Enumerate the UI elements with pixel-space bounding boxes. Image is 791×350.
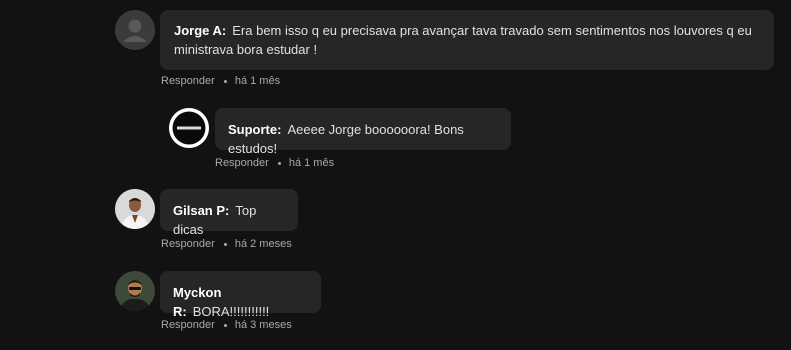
- comment-author[interactable]: Gilsan P:: [173, 203, 229, 218]
- comment-jorge: Jorge A: Era bem isso q eu precisava pra …: [0, 0, 791, 95]
- user-photo-avatar: [115, 271, 155, 311]
- comment-author[interactable]: Jorge A:: [174, 23, 226, 38]
- reply-meta: Responder há 1 mês: [215, 157, 334, 169]
- reply-button[interactable]: Responder: [161, 238, 215, 250]
- reply-author[interactable]: Suporte:: [228, 122, 281, 137]
- default-avatar-icon: [115, 10, 155, 50]
- reply-button[interactable]: Responder: [161, 75, 215, 87]
- separator-dot: [223, 242, 227, 246]
- timestamp: há 1 mês: [288, 157, 335, 169]
- brand-logo-icon: [169, 108, 209, 148]
- separator-dot: [223, 79, 227, 83]
- comment-meta: Responder há 2 meses: [161, 238, 292, 250]
- comment-meta: Responder há 1 mês: [161, 75, 280, 87]
- comment-meta: Responder há 3 meses: [161, 319, 292, 331]
- separator-dot: [223, 323, 227, 327]
- reply-button[interactable]: Responder: [215, 157, 269, 169]
- comment-text: BORA!!!!!!!!!!!: [192, 304, 270, 319]
- user-photo-avatar: [115, 189, 155, 229]
- timestamp: há 3 meses: [234, 319, 292, 331]
- timestamp: há 2 meses: [234, 238, 292, 250]
- separator-dot: [277, 161, 281, 165]
- reply-button[interactable]: Responder: [161, 319, 215, 331]
- comment-bubble: Jorge A: Era bem isso q eu precisava pra …: [160, 10, 774, 70]
- timestamp: há 1 mês: [234, 75, 281, 87]
- comment-bubble: Myckon R: BORA!!!!!!!!!!!: [160, 271, 321, 319]
- comment-text: Era bem isso q eu precisava pra avançar …: [174, 23, 752, 57]
- comment-myckon: Myckon R: BORA!!!!!!!!!!! Responder há 3 m…: [0, 0, 791, 331]
- reply-bubble: Suporte: Aeeee Jorge boooooora! Bons estu…: [215, 108, 511, 156]
- comment-bubble: Gilsan P: Top dicas: [160, 189, 298, 237]
